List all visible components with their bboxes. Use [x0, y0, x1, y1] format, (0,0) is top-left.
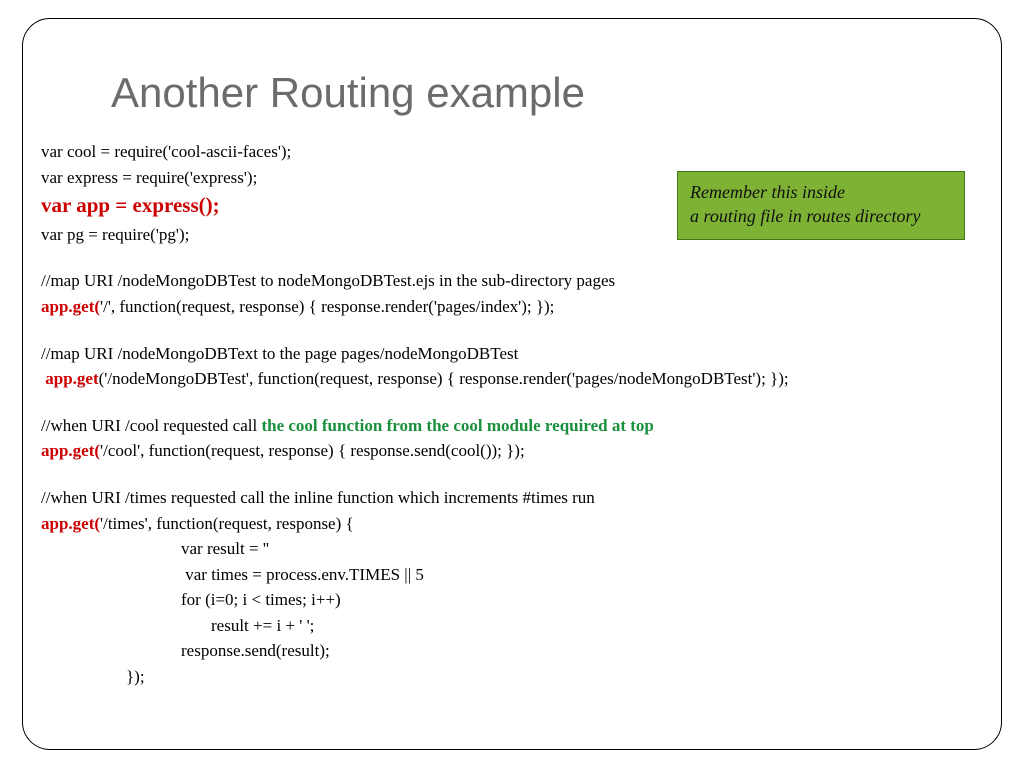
code-line: app.get('/cool', function(request, respo… [41, 438, 983, 464]
code-line: app.get('/nodeMongoDBTest', function(req… [41, 366, 983, 392]
reminder-callout: Remember this inside a routing file in r… [677, 171, 965, 240]
code-text: ('/nodeMongoDBTest', function(request, r… [99, 369, 789, 388]
code-keyword: app.get( [41, 514, 100, 533]
code-line: var cool = require('cool-ascii-faces'); [41, 139, 983, 165]
code-keyword: app.get( [41, 441, 100, 460]
slide-frame: Another Routing example Remember this in… [22, 18, 1002, 750]
page-title: Another Routing example [111, 69, 983, 117]
blank-line [41, 392, 983, 413]
code-line: app.get('/', function(request, response)… [41, 294, 983, 320]
slide: Another Routing example Remember this in… [0, 0, 1024, 768]
code-line: response.send(result); [41, 638, 983, 664]
code-text: //when URI /cool requested call [41, 416, 261, 435]
code-text: '/cool', function(request, response) { r… [100, 441, 525, 460]
code-line: }); [41, 664, 983, 690]
blank-line [41, 247, 983, 268]
code-keyword: app.get( [41, 297, 100, 316]
blank-line [41, 319, 983, 340]
code-comment: //when URI /times requested call the inl… [41, 485, 983, 511]
code-line: var times = process.env.TIMES || 5 [41, 562, 983, 588]
callout-line-2: a routing file in routes directory [690, 204, 952, 228]
callout-line-1: Remember this inside [690, 180, 952, 204]
code-line: app.get('/times', function(request, resp… [41, 511, 983, 537]
code-line: result += i + ' '; [41, 613, 983, 639]
blank-line [41, 464, 983, 485]
code-text: '/', function(request, response) { respo… [100, 297, 554, 316]
code-text: '/times', function(request, response) { [100, 514, 354, 533]
code-highlight: the cool function from the cool module r… [261, 416, 653, 435]
code-keyword: app.get [41, 369, 99, 388]
code-comment: //map URI /nodeMongoDBTest to nodeMongoD… [41, 268, 983, 294]
code-comment: //map URI /nodeMongoDBText to the page p… [41, 341, 983, 367]
code-line: var result = '' [41, 536, 983, 562]
code-line: for (i=0; i < times; i++) [41, 587, 983, 613]
code-comment: //when URI /cool requested call the cool… [41, 413, 983, 439]
